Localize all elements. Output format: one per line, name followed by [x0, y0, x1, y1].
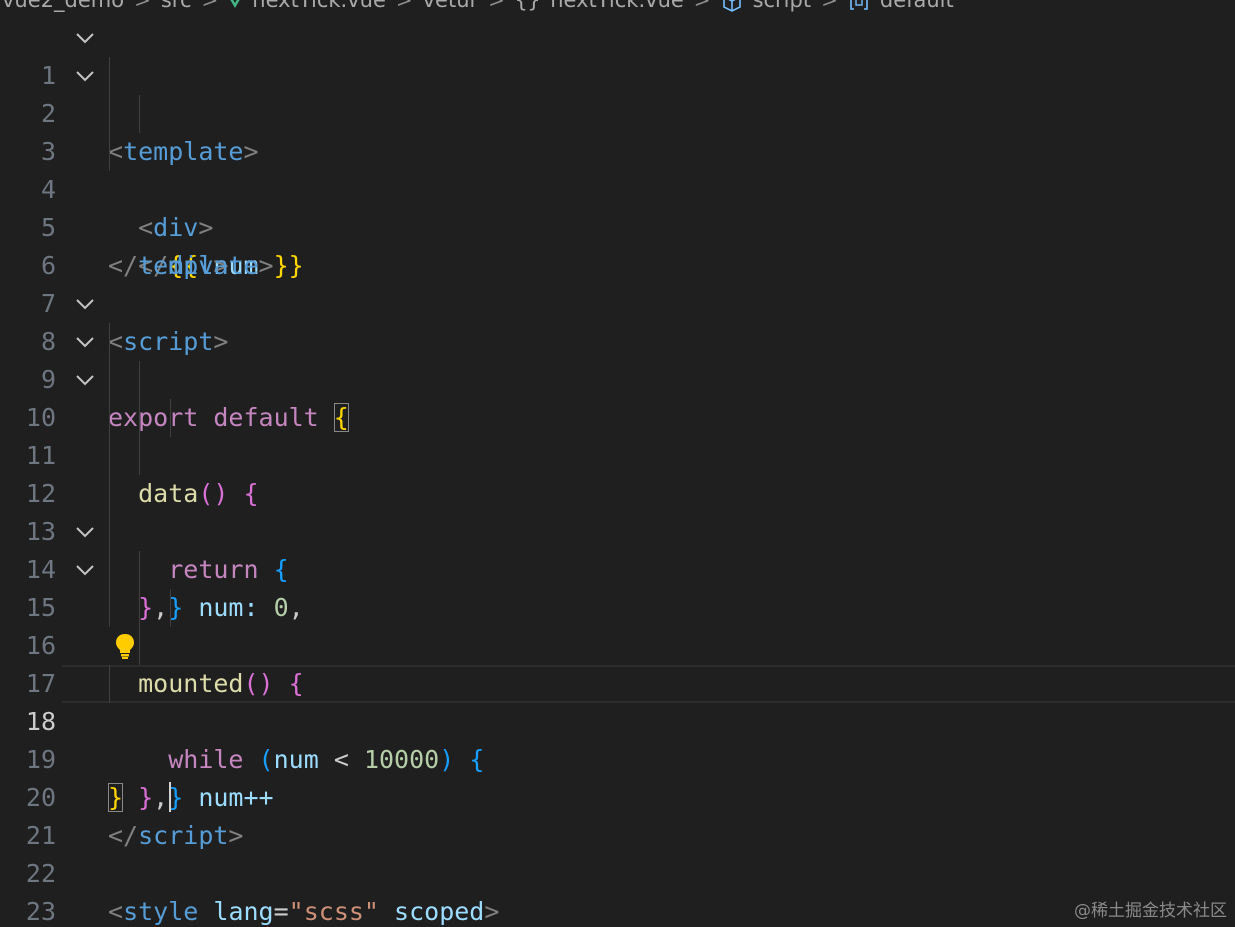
indent-guide: [109, 475, 110, 513]
chevron-down-icon[interactable]: [74, 373, 96, 387]
breadcrumb-item-file[interactable]: nextTick.vue: [252, 0, 386, 14]
breadcrumb-item-module[interactable]: nextTick.vue: [550, 0, 684, 14]
breadcrumb-item-folder[interactable]: src: [161, 0, 192, 14]
code-line[interactable]: 13 },: [0, 475, 1235, 622]
indent-guide: [109, 399, 110, 437]
indent-guide: [109, 589, 110, 627]
code-line[interactable]: 16 num++: [0, 589, 1235, 812]
indent-guide: [139, 589, 140, 627]
chevron-down-icon[interactable]: [74, 525, 96, 539]
indent-guide: [109, 665, 110, 703]
indent-guide: [139, 95, 140, 133]
breadcrumb: vue2_demo > src > nextTick.vue > vetur >…: [0, 0, 954, 14]
indent-guide: [139, 399, 140, 437]
code-line[interactable]: 21: [0, 779, 1235, 850]
code-line[interactable]: 7 <script>: [0, 247, 1235, 356]
breadcrumb-item-vetur[interactable]: vetur: [423, 0, 479, 14]
breadcrumb-item-project[interactable]: vue2_demo: [2, 0, 124, 14]
chevron-down-icon[interactable]: [74, 31, 96, 45]
indent-guide: [170, 399, 171, 437]
breadcrumb-item-default[interactable]: default: [880, 0, 954, 14]
code-line-current[interactable]: 18 },: [0, 665, 1235, 812]
code-line[interactable]: 14 mounted() {: [0, 513, 1235, 698]
indent-guide: [170, 589, 171, 627]
breadcrumb-separator: >: [134, 0, 151, 12]
code-text: <style lang="scss" scoped>: [108, 897, 500, 926]
breadcrumb-separator: >: [488, 0, 505, 12]
code-line[interactable]: 20 </script>: [0, 741, 1235, 850]
code-line[interactable]: 11 num: 0,: [0, 399, 1235, 622]
indent-guide: [109, 323, 110, 361]
indent-guide: [109, 57, 110, 95]
breadcrumb-separator: >: [201, 0, 219, 12]
code-line[interactable]: 8 export default {: [0, 285, 1235, 432]
chevron-down-icon[interactable]: [74, 563, 96, 577]
lightbulb-icon[interactable]: [113, 632, 137, 660]
breadcrumb-item-script[interactable]: script: [753, 0, 812, 14]
indent-guide: [139, 551, 140, 589]
code-line[interactable]: 15 while (num < 10000) {: [0, 551, 1235, 774]
indent-guide: [109, 133, 110, 171]
indent-guide: [109, 437, 110, 475]
chevron-down-icon[interactable]: [74, 335, 96, 349]
watermark: @稀土掘金技术社区: [1074, 901, 1227, 921]
breadcrumb-separator: >: [395, 0, 413, 12]
code-line[interactable]: 4 </div>: [0, 133, 1235, 280]
chevron-down-icon[interactable]: [74, 69, 96, 83]
vue-logo-icon: [230, 0, 240, 8]
code-line[interactable]: 6: [0, 209, 1235, 280]
code-line[interactable]: 5 </template>: [0, 171, 1235, 280]
braces-icon: {}: [514, 0, 541, 12]
indent-guide: [139, 437, 140, 475]
indent-guide: [109, 95, 110, 133]
code-line[interactable]: 12 }: [0, 437, 1235, 622]
indent-guide: [139, 361, 140, 399]
code-line[interactable]: 3 {{ num }}: [0, 95, 1235, 280]
code-editor[interactable]: 1 <template> 2 <div> 3 {{ num }} 4 </div…: [0, 19, 1235, 926]
line-number: 23: [25, 897, 56, 926]
code-line[interactable]: 22 <style lang="scss" scoped>: [0, 817, 1235, 926]
indent-guide: [109, 361, 110, 399]
code-line[interactable]: 10 return {: [0, 361, 1235, 584]
indent-guide: [139, 627, 140, 665]
code-line[interactable]: 23 </style>: [0, 855, 1235, 926]
breadcrumb-separator: >: [821, 0, 838, 12]
code-line[interactable]: 2 <div>: [0, 57, 1235, 242]
code-line[interactable]: 1 <template>: [0, 19, 1235, 166]
breadcrumb-separator: >: [693, 0, 711, 12]
code-line[interactable]: 19 }: [0, 703, 1235, 812]
code-line[interactable]: 9 data() {: [0, 323, 1235, 508]
chevron-down-icon[interactable]: [74, 297, 96, 311]
variable-icon: [850, 0, 868, 10]
indent-guide: [109, 551, 110, 589]
box-icon: [722, 0, 741, 12]
indent-guide: [109, 513, 110, 551]
code-line[interactable]: 17 }: [0, 627, 1235, 812]
